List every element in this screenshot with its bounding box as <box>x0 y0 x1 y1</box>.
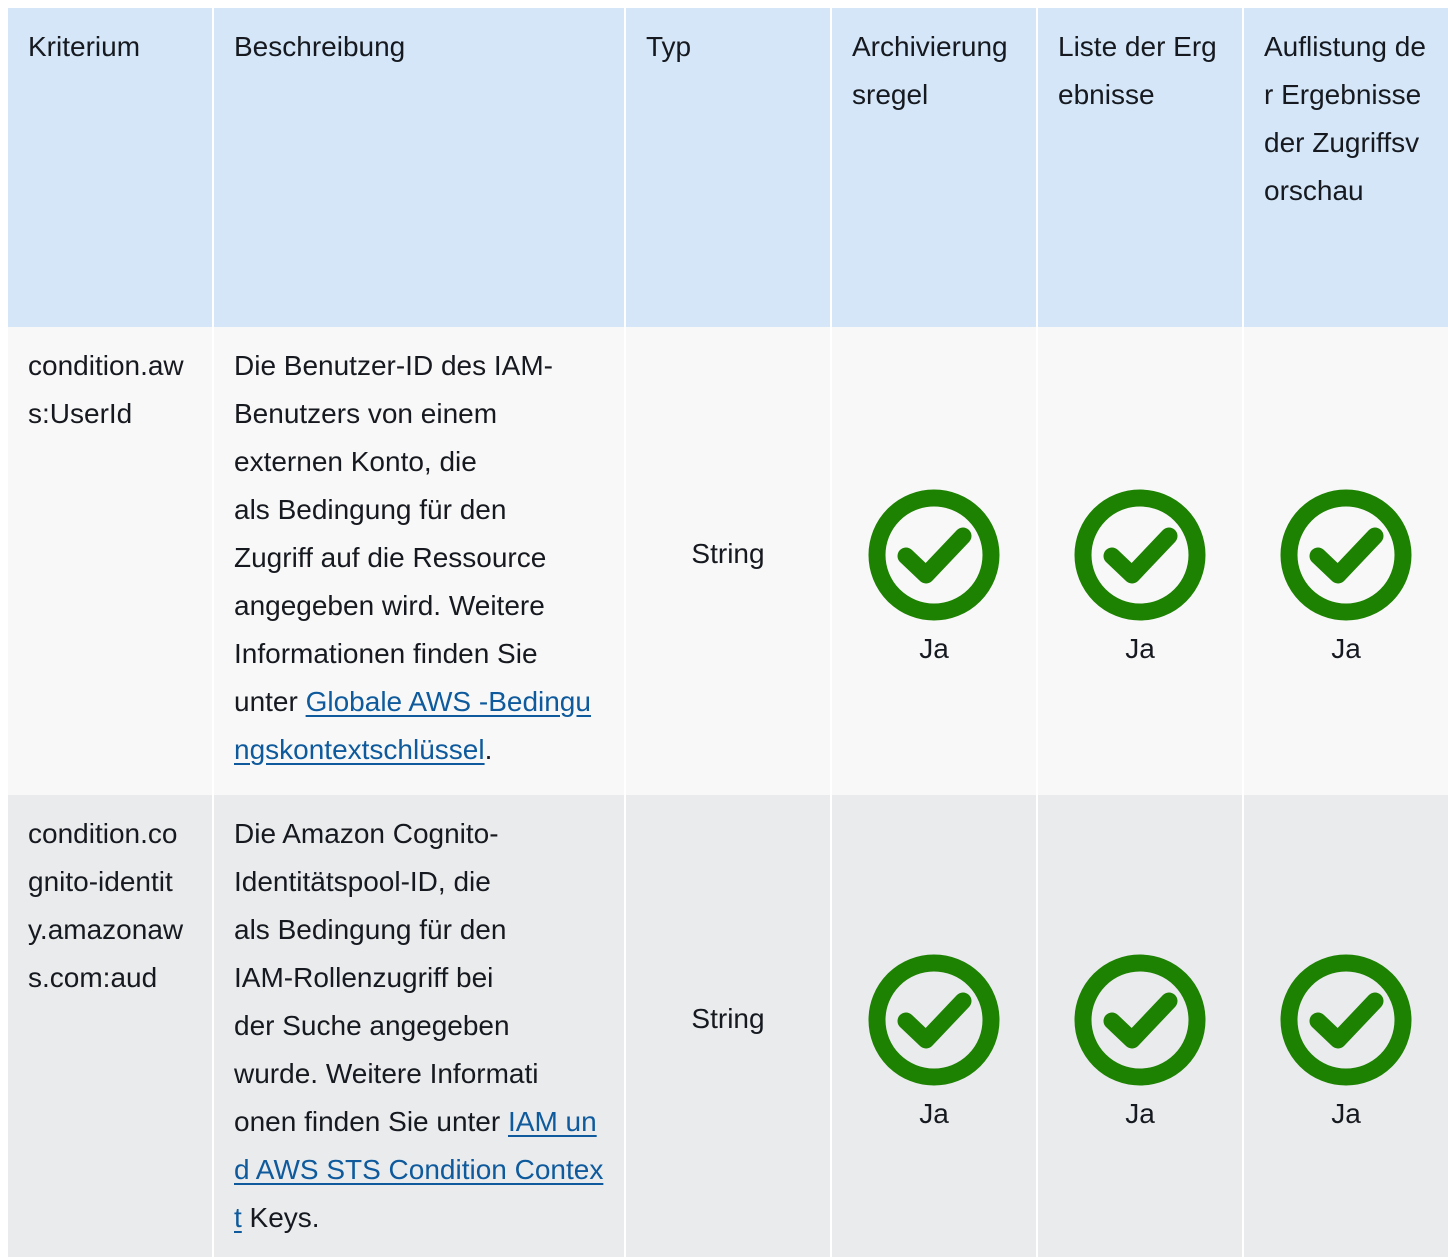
criterion-cell: condition.aws:UserId <box>8 327 214 795</box>
header-description: Beschreibung <box>212 8 626 327</box>
type-cell: String <box>624 327 832 795</box>
table-row: condition.aws:UserId Die Benutzer-ID des… <box>8 327 1448 795</box>
check-circle-icon <box>1280 489 1412 621</box>
criterion-cell: condition.cognito-identity.amazonaws.com… <box>8 795 214 1257</box>
description-line: Zugriff auf die Ressource <box>234 542 547 573</box>
description-prefix: unter <box>234 686 306 717</box>
description-line: externen Konto, die <box>234 446 477 477</box>
table-row: condition.cognito-identity.amazonaws.com… <box>8 795 1448 1257</box>
description-line: wurde. Weitere Informati <box>234 1058 539 1089</box>
header-archive-rule: Archivierungsregel <box>830 8 1038 327</box>
header-list-findings: Liste der Ergebnisse <box>1036 8 1244 327</box>
description-cell: Die Amazon Cognito- Identitätspool-ID, d… <box>212 795 626 1257</box>
type-cell: String <box>624 795 832 1257</box>
list-findings-cell: Ja <box>1036 327 1244 795</box>
description-suffix: . <box>484 734 493 765</box>
table-header-row: Kriterium Beschreibung Typ Archivierungs… <box>8 8 1448 327</box>
description-line: Identitätspool-ID, die <box>234 866 491 897</box>
description-prefix: onen finden Sie unter <box>234 1106 508 1137</box>
table-body: condition.aws:UserId Die Benutzer-ID des… <box>8 327 1448 1257</box>
check-circle-icon <box>1074 954 1206 1086</box>
yes-label: Ja <box>1125 633 1155 664</box>
header-list-access-preview: Auflistung der Ergebnisse der Zugriffsvo… <box>1242 8 1448 327</box>
check-circle-icon <box>868 954 1000 1086</box>
list-access-preview-cell: Ja <box>1242 795 1448 1257</box>
condition-keys-table: Kriterium Beschreibung Typ Archivierungs… <box>8 8 1448 1257</box>
list-findings-cell: Ja <box>1036 795 1244 1257</box>
description-line: angegeben wird. Weitere <box>234 590 545 621</box>
description-line: der Suche angegeben <box>234 1010 510 1041</box>
list-access-preview-cell: Ja <box>1242 327 1448 795</box>
description-cell: Die Benutzer-ID des IAM- Benutzers von e… <box>212 327 626 795</box>
yes-label: Ja <box>1331 633 1361 664</box>
yes-label: Ja <box>1125 1098 1155 1129</box>
check-circle-icon <box>868 489 1000 621</box>
check-circle-icon <box>1074 489 1206 621</box>
header-type: Typ <box>624 8 832 327</box>
yes-label: Ja <box>919 633 949 664</box>
archive-rule-cell: Ja <box>830 795 1038 1257</box>
description-line: Die Amazon Cognito- <box>234 818 499 849</box>
yes-label: Ja <box>919 1098 949 1129</box>
description-line: als Bedingung für den <box>234 914 507 945</box>
check-circle-icon <box>1280 954 1412 1086</box>
yes-label: Ja <box>1331 1098 1361 1129</box>
description-line: IAM-Rollenzugriff bei <box>234 962 494 993</box>
description-suffix: Keys. <box>241 1202 320 1233</box>
description-line: Die Benutzer-ID des IAM- <box>234 350 553 381</box>
description-line: als Bedingung für den <box>234 494 507 525</box>
table-header: Kriterium Beschreibung Typ Archivierungs… <box>8 8 1448 327</box>
description-line: Benutzers von einem <box>234 398 498 429</box>
archive-rule-cell: Ja <box>830 327 1038 795</box>
header-criterion: Kriterium <box>8 8 214 327</box>
description-line: Informationen finden Sie <box>234 638 538 669</box>
